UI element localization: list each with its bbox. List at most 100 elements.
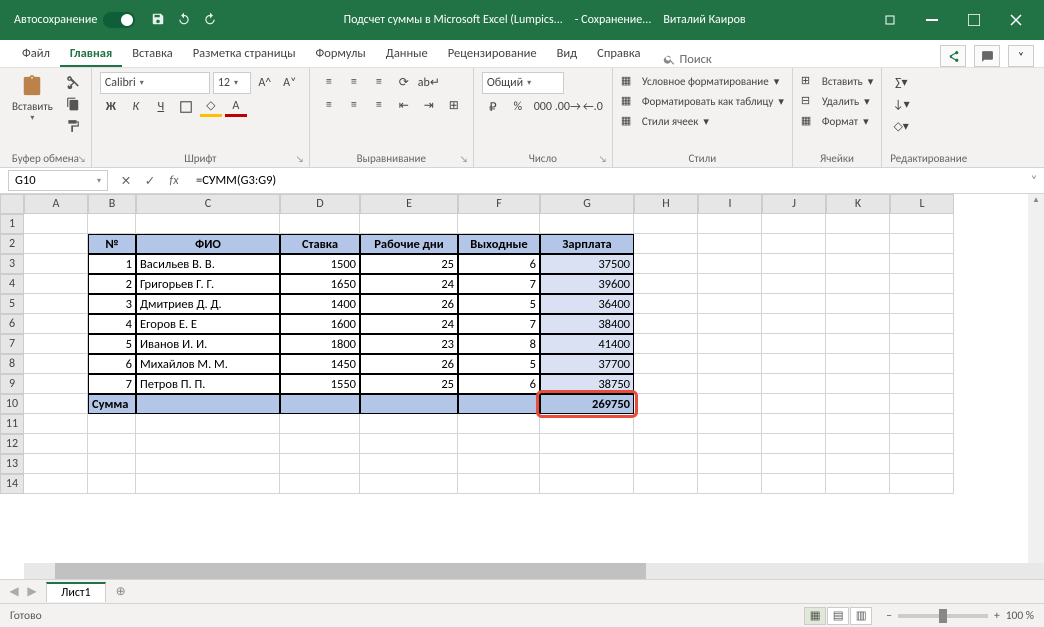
row-header-11[interactable]: 11 xyxy=(0,414,24,434)
normal-view-icon[interactable]: ▦ xyxy=(804,607,826,625)
empty-cell[interactable] xyxy=(826,454,890,474)
empty-cell[interactable] xyxy=(890,354,954,374)
empty-cell[interactable] xyxy=(458,434,540,454)
empty-cell[interactable] xyxy=(698,414,762,434)
sum-value-cell[interactable]: 269750 xyxy=(540,394,634,414)
empty-cell[interactable] xyxy=(698,434,762,454)
row-header-5[interactable]: 5 xyxy=(0,294,24,314)
empty-cell[interactable] xyxy=(634,354,698,374)
zoom-out-icon[interactable]: − xyxy=(886,609,892,623)
scrollbar-horizontal[interactable] xyxy=(24,563,1044,579)
empty-cell[interactable] xyxy=(360,414,458,434)
alignment-dialog-icon[interactable]: ↘ xyxy=(458,153,470,165)
close-icon[interactable] xyxy=(996,0,1036,40)
empty-cell[interactable] xyxy=(826,414,890,434)
data-cell[interactable]: Петров П. П. xyxy=(136,374,280,394)
empty-cell[interactable] xyxy=(698,454,762,474)
data-cell[interactable]: 1400 xyxy=(280,294,360,314)
align-bottom-icon[interactable]: ≡ xyxy=(368,72,390,92)
empty-cell[interactable] xyxy=(762,374,826,394)
data-cell[interactable]: 25 xyxy=(360,374,458,394)
empty-cell[interactable] xyxy=(24,434,88,454)
empty-cell[interactable] xyxy=(136,414,280,434)
expand-formula-icon[interactable]: ˅ xyxy=(1024,173,1044,188)
empty-cell[interactable] xyxy=(698,294,762,314)
col-header-G[interactable]: G xyxy=(540,194,634,214)
empty-cell[interactable] xyxy=(698,354,762,374)
data-cell[interactable]: 39600 xyxy=(540,274,634,294)
zoom-level[interactable]: 100 % xyxy=(1006,609,1034,623)
clear-icon[interactable]: ◇▾ xyxy=(890,116,912,136)
empty-cell[interactable] xyxy=(890,274,954,294)
tab-справка[interactable]: Справка xyxy=(587,42,650,67)
empty-cell[interactable] xyxy=(890,234,954,254)
empty-cell[interactable] xyxy=(634,454,698,474)
empty-cell[interactable] xyxy=(88,214,136,234)
number-format-combo[interactable]: Общий▾ xyxy=(482,72,564,94)
data-cell[interactable]: 38400 xyxy=(540,314,634,334)
copy-icon[interactable] xyxy=(63,94,83,114)
zoom-slider[interactable] xyxy=(898,614,988,618)
col-header-L[interactable]: L xyxy=(890,194,954,214)
data-cell[interactable]: 23 xyxy=(360,334,458,354)
paste-button[interactable]: Вставить ▾ xyxy=(8,72,57,136)
sum-empty-cell[interactable] xyxy=(136,394,280,414)
enter-formula-icon[interactable]: ✓ xyxy=(140,171,160,191)
empty-cell[interactable] xyxy=(24,414,88,434)
empty-cell[interactable] xyxy=(540,454,634,474)
data-cell[interactable]: 7 xyxy=(88,374,136,394)
align-right-icon[interactable]: ≡ xyxy=(368,95,390,115)
underline-button[interactable]: Ч xyxy=(150,97,172,117)
orientation-icon[interactable]: ⟳ xyxy=(393,72,415,92)
select-all-corner[interactable] xyxy=(0,194,24,214)
empty-cell[interactable] xyxy=(24,274,88,294)
percent-icon[interactable]: % xyxy=(507,97,529,117)
empty-cell[interactable] xyxy=(890,374,954,394)
empty-cell[interactable] xyxy=(634,294,698,314)
sheet-tab[interactable]: Лист1 xyxy=(46,582,106,602)
data-cell[interactable]: 6 xyxy=(458,254,540,274)
collapse-ribbon-icon[interactable]: ˅ xyxy=(1008,45,1034,67)
data-cell[interactable]: 24 xyxy=(360,274,458,294)
empty-cell[interactable] xyxy=(458,474,540,494)
row-header-2[interactable]: 2 xyxy=(0,234,24,254)
align-middle-icon[interactable]: ≡ xyxy=(343,72,365,92)
redo-icon[interactable] xyxy=(203,12,219,28)
cancel-formula-icon[interactable]: ✕ xyxy=(116,171,136,191)
data-cell[interactable]: 5 xyxy=(458,294,540,314)
tab-файл[interactable]: Файл xyxy=(12,42,60,67)
bold-button[interactable]: Ж xyxy=(100,97,122,117)
italic-button[interactable]: К xyxy=(125,97,147,117)
empty-cell[interactable] xyxy=(826,374,890,394)
empty-cell[interactable] xyxy=(458,414,540,434)
empty-cell[interactable] xyxy=(136,454,280,474)
empty-cell[interactable] xyxy=(762,314,826,334)
sum-label-cell[interactable]: Сумма xyxy=(88,394,136,414)
empty-cell[interactable] xyxy=(698,274,762,294)
search-box[interactable]: Поиск xyxy=(663,52,712,67)
empty-cell[interactable] xyxy=(826,214,890,234)
empty-cell[interactable] xyxy=(634,234,698,254)
data-cell[interactable]: Васильев В. В. xyxy=(136,254,280,274)
empty-cell[interactable] xyxy=(280,454,360,474)
font-color-icon[interactable]: A xyxy=(225,97,247,117)
empty-cell[interactable] xyxy=(24,474,88,494)
data-cell[interactable]: 8 xyxy=(458,334,540,354)
format-cells-button[interactable]: ▦Формат▾ xyxy=(801,112,873,130)
data-cell[interactable]: 1500 xyxy=(280,254,360,274)
tab-рецензирование[interactable]: Рецензирование xyxy=(438,42,547,67)
col-header-C[interactable]: C xyxy=(136,194,280,214)
grid[interactable]: ABCDEFGHIJKL12№ФИОСтавкаРабочие дниВыход… xyxy=(0,194,954,579)
data-cell[interactable]: 2 xyxy=(88,274,136,294)
clipboard-dialog-icon[interactable]: ↘ xyxy=(76,153,88,165)
empty-cell[interactable] xyxy=(826,334,890,354)
data-cell[interactable]: 1450 xyxy=(280,354,360,374)
fill-color-icon[interactable]: ◇ xyxy=(200,97,222,117)
empty-cell[interactable] xyxy=(698,394,762,414)
data-cell[interactable]: 38750 xyxy=(540,374,634,394)
empty-cell[interactable] xyxy=(634,394,698,414)
empty-cell[interactable] xyxy=(698,334,762,354)
empty-cell[interactable] xyxy=(698,214,762,234)
empty-cell[interactable] xyxy=(826,434,890,454)
page-layout-view-icon[interactable]: ▤ xyxy=(827,607,849,625)
